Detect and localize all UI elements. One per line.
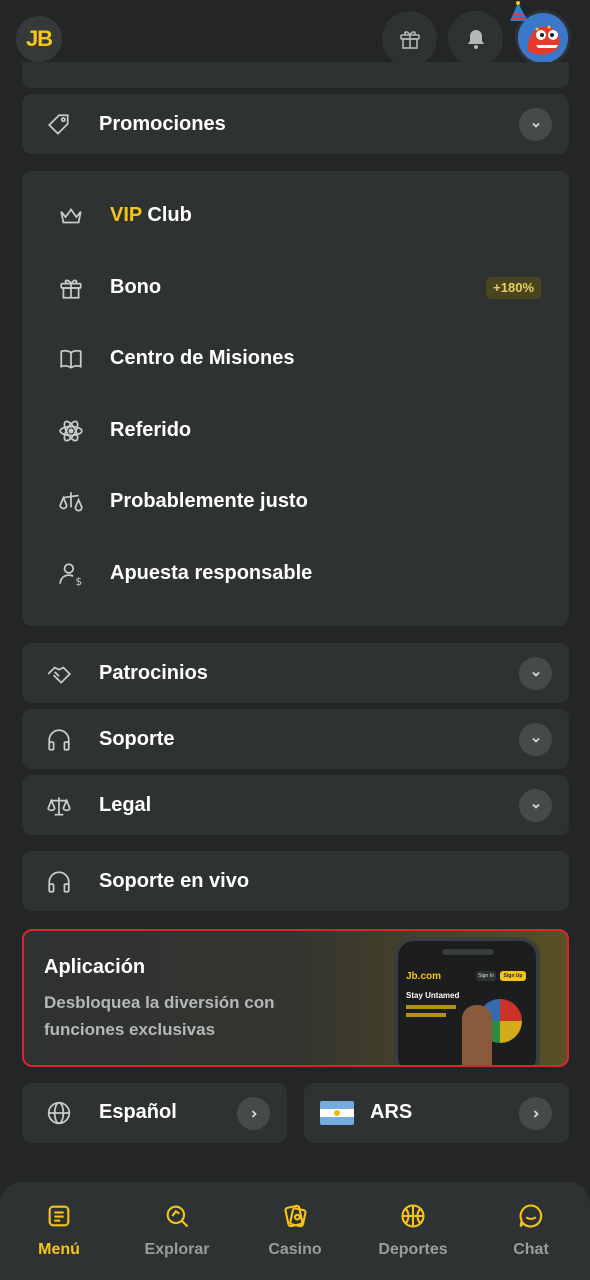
language-chevron[interactable] bbox=[237, 1097, 270, 1130]
phone-mockup: Jb.com Sign In Sign Up Stay Untamed bbox=[394, 937, 540, 1065]
menu-icon bbox=[48, 1205, 70, 1227]
phone-signin: Sign In bbox=[476, 971, 496, 981]
menu-legal[interactable]: Legal bbox=[22, 775, 569, 835]
casino-icon bbox=[284, 1204, 307, 1228]
chevron-down-icon bbox=[531, 671, 540, 677]
menu-probablemente-justo[interactable]: Probablemente justo bbox=[22, 472, 569, 532]
patrocinios-label: Patrocinios bbox=[99, 661, 208, 684]
nav-chat-label: Chat bbox=[513, 1241, 549, 1258]
nav-casino-label: Casino bbox=[268, 1241, 322, 1258]
nav-menu[interactable]: Menú bbox=[4, 1202, 114, 1272]
legal-expand-button[interactable] bbox=[519, 789, 552, 822]
submenu-card: VIP Club Bono +180% Centro de Misiones R… bbox=[22, 171, 569, 626]
book-icon bbox=[60, 349, 82, 369]
language-label: Español bbox=[99, 1101, 177, 1123]
fair-scale-icon bbox=[59, 492, 83, 512]
chat-icon bbox=[519, 1204, 543, 1228]
phone-signup: Sign Up bbox=[500, 971, 526, 981]
argentina-flag-icon bbox=[320, 1101, 354, 1125]
tag-icon bbox=[48, 114, 69, 135]
crown-icon bbox=[60, 208, 82, 224]
menu-apuesta-responsable[interactable]: $ Apuesta responsable bbox=[22, 544, 569, 604]
soporte-vivo-label: Soporte en vivo bbox=[99, 869, 250, 892]
user-money-icon: $ bbox=[59, 563, 82, 587]
promociones-expand-button[interactable] bbox=[519, 108, 552, 141]
nav-menu-label: Menú bbox=[38, 1241, 80, 1258]
app-banner-description: Desbloquea la diversión con funciones ex… bbox=[44, 993, 275, 1039]
nav-chat[interactable]: Chat bbox=[476, 1202, 586, 1272]
phone-line bbox=[406, 1005, 456, 1009]
party-hat-icon bbox=[510, 1, 528, 21]
nav-deportes[interactable]: Deportes bbox=[358, 1202, 468, 1272]
hostess-image bbox=[462, 1005, 492, 1065]
nav-explorar[interactable]: Explorar bbox=[122, 1202, 232, 1272]
bottom-navigation: Menú Explorar Casino Deportes Chat bbox=[0, 1182, 590, 1280]
app-download-banner[interactable]: Aplicación Desbloquea la diversión con f… bbox=[22, 929, 569, 1067]
misiones-label: Centro de Misiones bbox=[110, 347, 295, 369]
club-text: Club bbox=[141, 204, 192, 226]
chevron-down-icon bbox=[531, 122, 540, 128]
menu-soporte[interactable]: Soporte bbox=[22, 709, 569, 769]
menu-soporte-en-vivo[interactable]: Soporte en vivo bbox=[22, 851, 569, 911]
chevron-right-icon bbox=[251, 1109, 257, 1118]
handshake-icon bbox=[47, 666, 72, 684]
bono-badge: +180% bbox=[486, 277, 541, 299]
phone-notch bbox=[442, 949, 494, 955]
phone-line bbox=[406, 1013, 446, 1017]
nav-casino[interactable]: Casino bbox=[240, 1202, 350, 1272]
legal-label: Legal bbox=[99, 793, 152, 816]
bell-icon bbox=[467, 29, 484, 49]
brand-logo[interactable]: JB bbox=[16, 16, 62, 62]
currency-selector[interactable]: ARS bbox=[304, 1083, 569, 1143]
nav-explorar-label: Explorar bbox=[144, 1241, 210, 1258]
soporte-label: Soporte bbox=[99, 727, 175, 750]
notifications-button[interactable] bbox=[448, 11, 503, 66]
atom-icon bbox=[59, 420, 83, 442]
menu-bono[interactable]: Bono +180% bbox=[22, 258, 569, 318]
chevron-down-icon bbox=[531, 737, 540, 743]
menu-patrocinios[interactable]: Patrocinios bbox=[22, 643, 569, 703]
currency-chevron[interactable] bbox=[519, 1097, 552, 1130]
menu-referido[interactable]: Referido bbox=[22, 401, 569, 461]
menu-centro-misiones[interactable]: Centro de Misiones bbox=[22, 329, 569, 389]
phone-brand: Jb.com bbox=[406, 971, 442, 982]
bono-label: Bono bbox=[110, 276, 162, 298]
gift-button[interactable] bbox=[382, 11, 437, 66]
menu-promociones[interactable]: Promociones bbox=[22, 94, 569, 154]
vip-highlight: VIP bbox=[110, 204, 142, 226]
app-banner-title: Aplicación bbox=[44, 956, 146, 978]
svg-text:$: $ bbox=[75, 575, 82, 587]
globe-icon bbox=[47, 1101, 71, 1125]
menu-vip-club[interactable]: VIP Club bbox=[22, 186, 569, 246]
phone-heading: Stay Untamed bbox=[406, 991, 460, 1000]
user-avatar[interactable] bbox=[510, 1, 571, 66]
patrocinios-expand-button[interactable] bbox=[519, 657, 552, 690]
scale-icon bbox=[47, 797, 71, 816]
chevron-down-icon bbox=[531, 803, 540, 809]
vip-club-label: VIP Club bbox=[110, 204, 192, 227]
chevron-right-icon bbox=[533, 1109, 539, 1118]
headphones-icon bbox=[48, 729, 70, 751]
justo-label: Probablemente justo bbox=[110, 490, 308, 512]
sports-ball-icon bbox=[401, 1204, 425, 1228]
headphones-icon bbox=[48, 871, 70, 893]
referido-label: Referido bbox=[110, 419, 192, 441]
gift-icon bbox=[60, 279, 82, 299]
explore-icon bbox=[166, 1205, 189, 1228]
previous-section-card bbox=[22, 62, 569, 88]
responsable-label: Apuesta responsable bbox=[110, 562, 313, 584]
promociones-label: Promociones bbox=[99, 112, 226, 135]
gift-icon bbox=[399, 30, 420, 49]
currency-label: ARS bbox=[370, 1101, 413, 1123]
language-selector[interactable]: Español bbox=[22, 1083, 287, 1143]
soporte-expand-button[interactable] bbox=[519, 723, 552, 756]
nav-deportes-label: Deportes bbox=[378, 1241, 448, 1258]
